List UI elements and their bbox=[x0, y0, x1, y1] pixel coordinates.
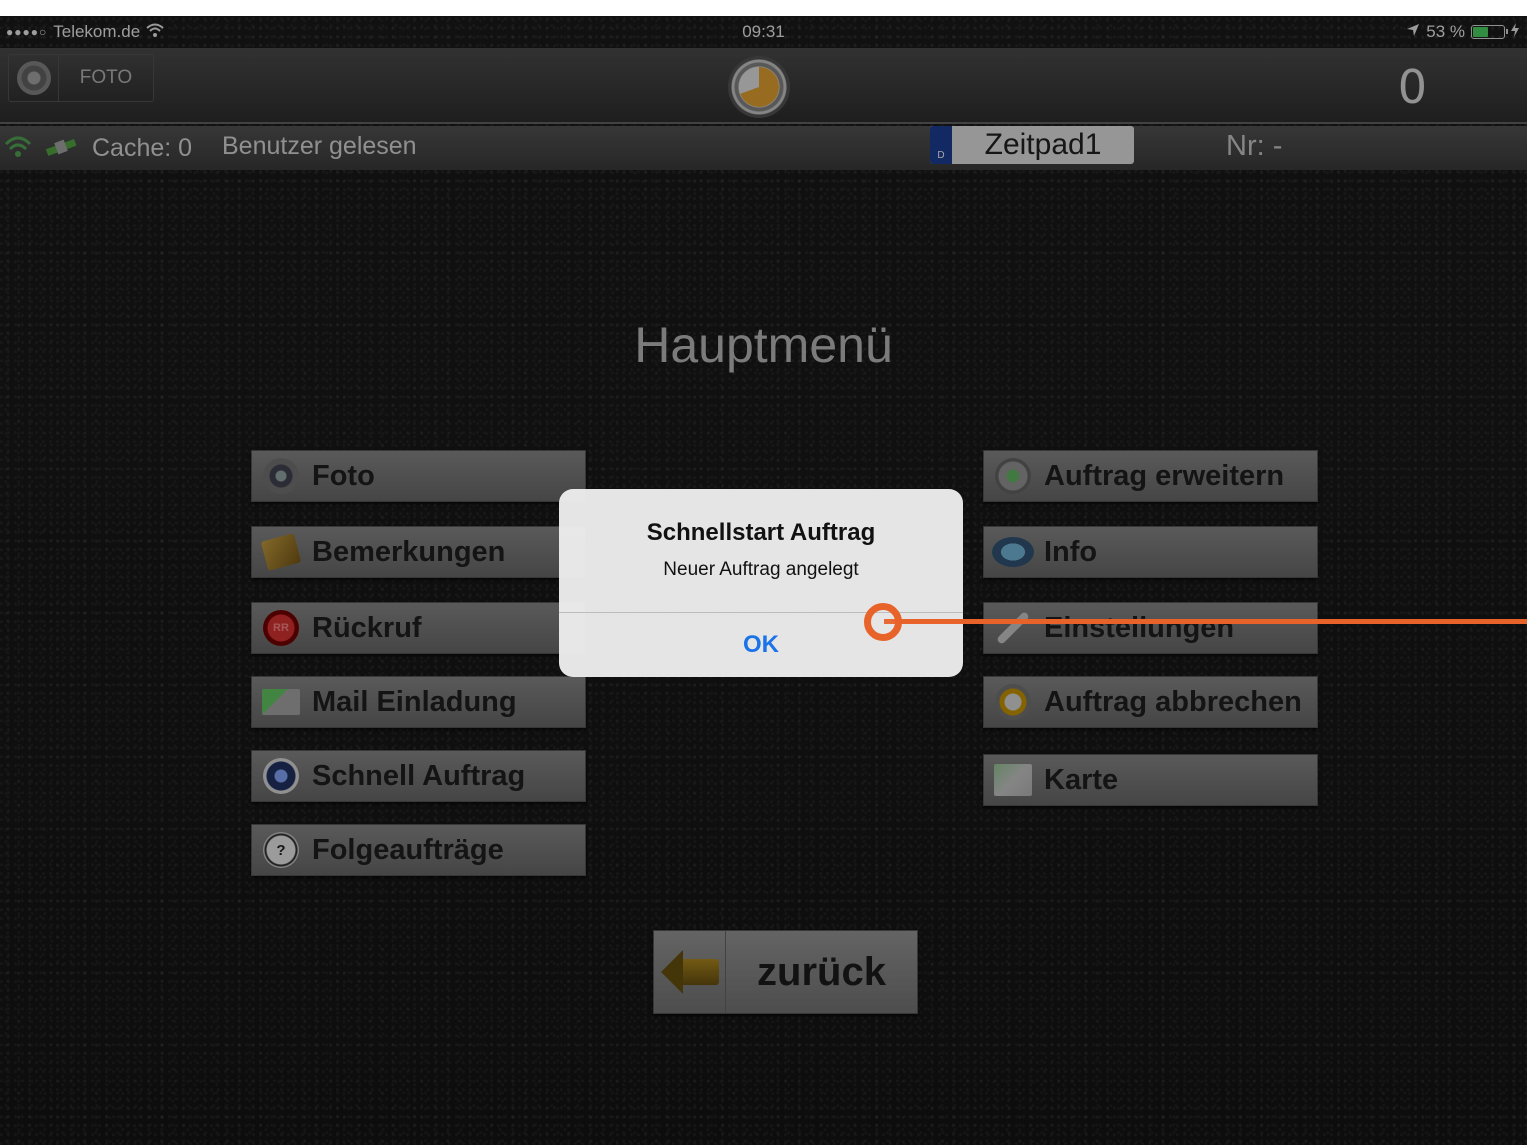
annotation-pointer-line bbox=[884, 619, 1527, 624]
alert-message: Neuer Auftrag angelegt bbox=[663, 559, 859, 580]
alert-dialog: Schnellstart Auftrag Neuer Auftrag angel… bbox=[559, 489, 963, 677]
annotation-pointer-dot bbox=[864, 603, 902, 641]
alert-title: Schnellstart Auftrag bbox=[646, 519, 876, 546]
app-screen: ●●●●○ Telekom.de 09:31 53 % FOTO 0 Cache… bbox=[0, 16, 1527, 1145]
